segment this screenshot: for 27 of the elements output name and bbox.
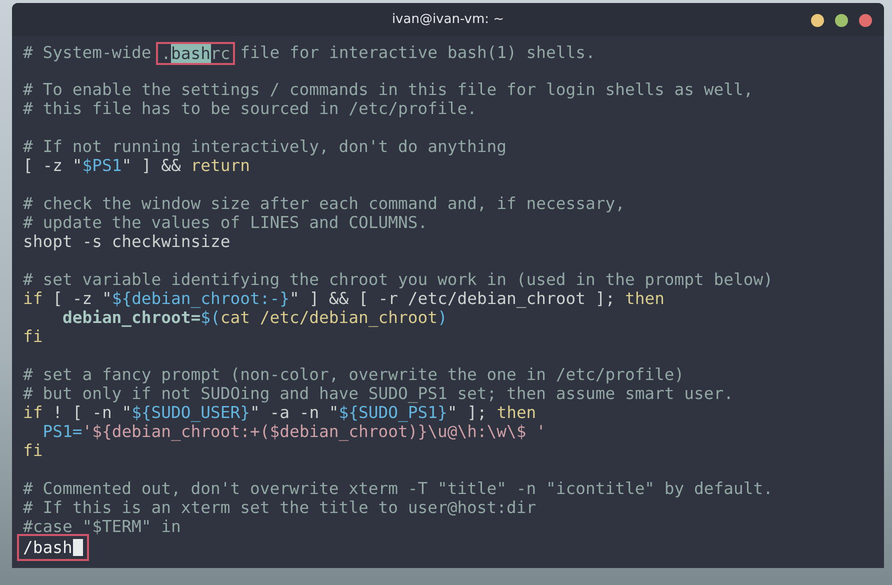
code-line: shopt -s checkwinsize	[23, 232, 230, 251]
code-line: # set variable identifying the chroot you work in (used in the prompt below)	[23, 270, 773, 289]
code-line: #case "$TERM" in	[23, 517, 181, 536]
search-prompt[interactable]: /bash	[19, 536, 88, 559]
code-line: # this file has to be sourced in /etc/profile.	[23, 99, 477, 118]
code-line: fi	[23, 327, 43, 346]
minimize-button[interactable]	[811, 14, 824, 27]
code-line: fi	[23, 441, 43, 460]
code-line: debian_chroot=$(cat /etc/debian_chroot)	[61, 308, 448, 327]
code-line: # If this is an xterm set the title to user@host:dir	[23, 498, 536, 517]
code-text: file for interactive bash(1) shells.	[239, 42, 596, 62]
code-line: # To enable the settings / commands in this file for login shells as well,	[23, 80, 754, 99]
code-line: if ! [ -n "${SUDO_USER}" -a -n "${SUDO_PS1}" ]; then	[23, 403, 536, 422]
code-line: # If not running interactively, don't do anything	[23, 137, 507, 156]
code-line: [ -z "$PS1" ] && return	[23, 156, 250, 175]
code-line: # update the values of LINES and COLUMNS.	[23, 213, 428, 232]
code-line: # Commented out, don't overwrite xterm -T "title" -n "icontitle" by default.	[23, 479, 773, 498]
code-line: # but only if not SUDOing and have SUDO_PS1 set; then assume smart user.	[23, 384, 734, 403]
code-line: PS1='${debian_chroot:+($debian_chroot)}\u@\h:\w\$ '	[42, 422, 546, 441]
code-line: if [ -z "${debian_chroot:-}" ] && [ -r /etc/debian_chroot ]; then	[23, 289, 664, 308]
maximize-button[interactable]	[835, 14, 848, 27]
code-line: # check the window size after each command and, if necessary,	[23, 194, 625, 213]
window-title: ivan@ivan-vm: ~	[392, 12, 504, 27]
close-button[interactable]	[859, 14, 872, 27]
code-text: # System-wide	[23, 42, 152, 62]
code-line: # set a fancy prompt (non-color, overwrite the one in /etc/profile)	[23, 365, 684, 384]
highlight-box: .bash rc	[156, 42, 236, 65]
